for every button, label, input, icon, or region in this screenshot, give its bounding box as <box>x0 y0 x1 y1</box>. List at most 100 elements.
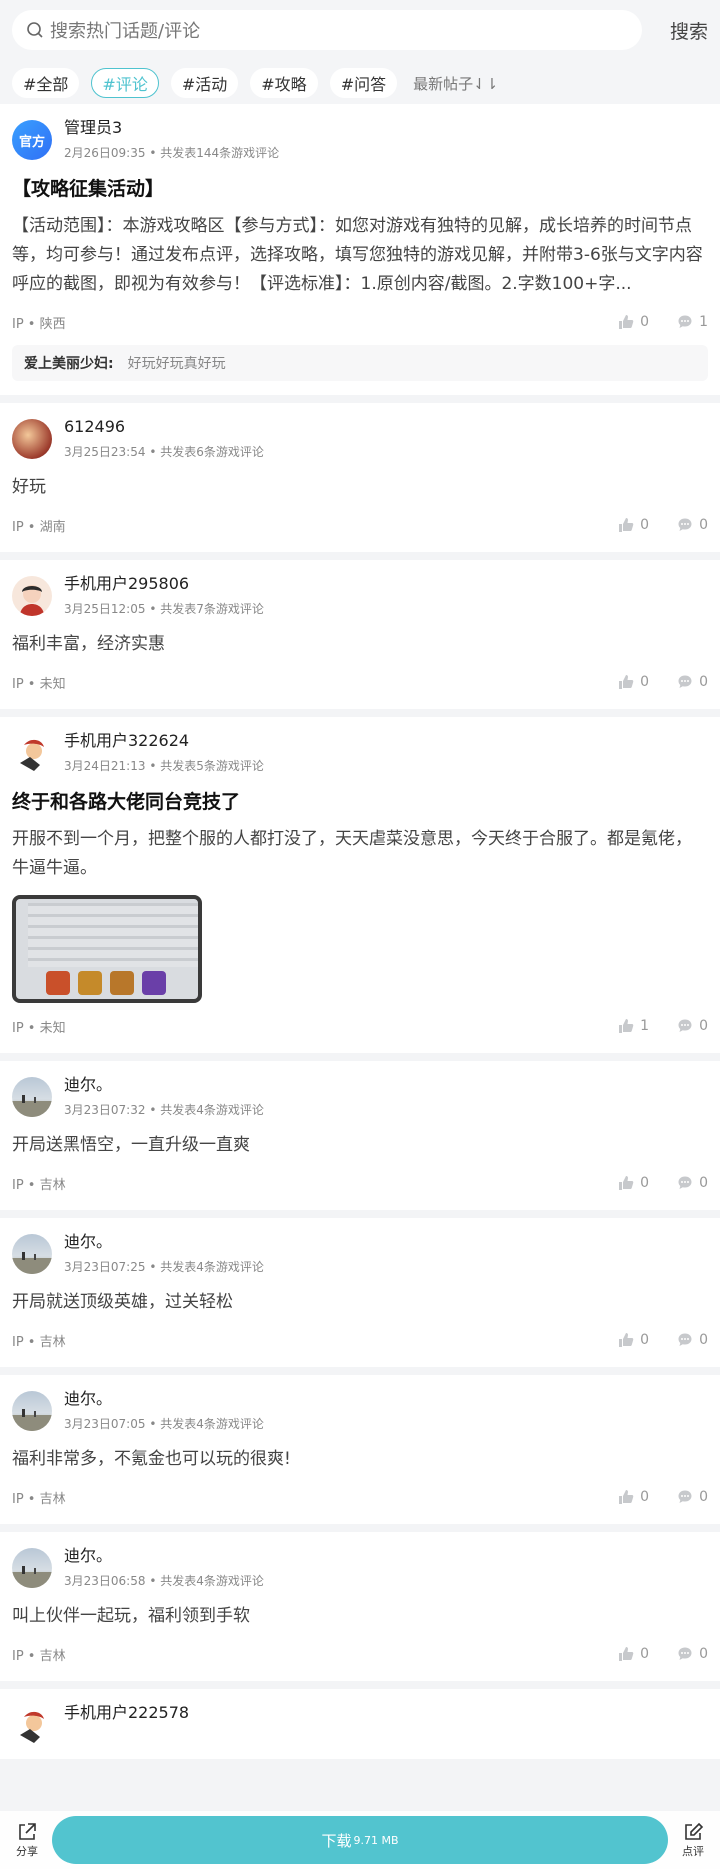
avatar[interactable] <box>12 1391 52 1431</box>
ip-prefix: IP • <box>12 316 40 332</box>
like-button[interactable]: 0 <box>618 1332 649 1348</box>
search-input[interactable]: 搜索热门话题/评论 <box>12 10 642 50</box>
beach-photo-icon <box>12 1252 52 1274</box>
post-content: 好玩 <box>12 477 46 497</box>
like-button[interactable]: 0 <box>618 1175 649 1191</box>
tag-filter[interactable]: #活动 <box>170 68 239 98</box>
reply-text: 好玩好玩真好玩 <box>127 356 226 372</box>
reply-preview[interactable]: 爱上美丽少妇: 好玩好玩真好玩 <box>12 345 708 381</box>
search-icon <box>27 22 43 38</box>
post-count: 共发表4条游戏评论 <box>160 1417 264 1431</box>
comment-button[interactable]: 0 <box>677 1332 708 1348</box>
like-button[interactable]: 0 <box>618 1646 649 1662</box>
avatar[interactable] <box>12 1705 52 1745</box>
ip-prefix: IP • <box>12 1177 40 1193</box>
post-card[interactable]: 迪尔。 3月23日07:32 • 共发表4条游戏评论 开局送黑悟空，一直升级一直爽 I… <box>0 1061 720 1210</box>
post-meta: 3月24日21:13 • 共发表5条游戏评论 <box>64 759 264 773</box>
download-button[interactable]: 下载 9.71 MB <box>52 1816 668 1864</box>
avatar[interactable] <box>12 1077 52 1117</box>
comment-button[interactable]: 0 <box>677 1489 708 1505</box>
ip-region: 未知 <box>39 1020 66 1036</box>
tag-filter[interactable]: #评论 <box>91 68 159 98</box>
header: 搜索热门话题/评论 搜索 #全部 #评论 #活动 #攻略 #问答 最新帖子⇃⇂ <box>0 0 720 104</box>
like-button[interactable]: 0 <box>618 674 649 690</box>
share-label: 分享 <box>16 1845 38 1858</box>
comment-button[interactable]: 0 <box>677 674 708 690</box>
post-time: 3月23日07:32 <box>64 1103 146 1117</box>
post-meta: 3月23日07:32 • 共发表4条游戏评论 <box>64 1103 264 1117</box>
like-button[interactable]: 0 <box>618 1489 649 1505</box>
post-footer: IP • 未知 0 0 <box>12 665 708 699</box>
author-name[interactable]: 手机用户222578 <box>64 1703 189 1723</box>
post-card[interactable]: 迪尔。 3月23日06:58 • 共发表4条游戏评论 叫上伙伴一起玩，福利领到手软 I… <box>0 1532 720 1681</box>
like-button[interactable]: 1 <box>618 1018 649 1034</box>
post-time: 3月24日21:13 <box>64 759 146 773</box>
ip-location: IP • 陕西 <box>12 313 590 332</box>
sort-latest-button[interactable]: 最新帖子⇃⇂ <box>413 73 498 94</box>
ip-prefix: IP • <box>12 1020 40 1036</box>
ip-prefix: IP • <box>12 1491 40 1507</box>
avatar[interactable] <box>12 733 52 773</box>
post-count: 共发表6条游戏评论 <box>160 445 264 459</box>
comment-count: 0 <box>699 674 708 690</box>
author-name[interactable]: 迪尔。 <box>64 1075 264 1095</box>
post-card[interactable]: 官方 管理员3 2月26日09:35 • 共发表144条游戏评论 【攻略征集活动】 【活… <box>0 104 720 395</box>
review-label: 点评 <box>682 1845 704 1858</box>
ip-location: IP • 吉林 <box>12 1645 590 1664</box>
comment-button[interactable]: 1 <box>677 314 708 330</box>
post-card[interactable]: 迪尔。 3月23日07:05 • 共发表4条游戏评论 福利非常多，不氪金也可以玩的很… <box>0 1375 720 1524</box>
ip-region: 未知 <box>39 676 66 692</box>
post-title: 终于和各路大佬同台竞技了 <box>12 791 241 813</box>
author-name[interactable]: 手机用户322624 <box>64 731 264 751</box>
author-meta: 手机用户322624 3月24日21:13 • 共发表5条游戏评论 <box>64 731 264 774</box>
like-button[interactable]: 0 <box>618 314 649 330</box>
author-name[interactable]: 迪尔。 <box>64 1389 264 1409</box>
author-name[interactable]: 管理员3 <box>64 118 279 138</box>
thumbs-up-icon <box>619 1019 634 1033</box>
author-name[interactable]: 手机用户295806 <box>64 574 264 594</box>
thumbs-up-icon <box>619 518 634 532</box>
post-footer: IP • 未知 1 0 <box>12 1009 708 1043</box>
author-name[interactable]: 612496 <box>64 417 264 437</box>
author-meta: 管理员3 2月26日09:35 • 共发表144条游戏评论 <box>64 118 279 161</box>
share-button[interactable]: 分享 <box>10 1821 44 1859</box>
comment-button[interactable]: 0 <box>677 1175 708 1191</box>
comment-icon <box>678 1647 692 1660</box>
ip-location: IP • 湖南 <box>12 516 590 535</box>
comment-count: 0 <box>699 1646 708 1662</box>
author-name[interactable]: 迪尔。 <box>64 1232 264 1252</box>
author-meta: 手机用户222578 <box>64 1703 189 1723</box>
like-button[interactable]: 0 <box>618 517 649 533</box>
comment-button[interactable]: 0 <box>677 517 708 533</box>
tag-filter[interactable]: #全部 <box>12 68 80 98</box>
like-count: 1 <box>640 1018 650 1034</box>
post-count: 共发表4条游戏评论 <box>160 1574 264 1588</box>
comment-count: 0 <box>699 1175 708 1191</box>
tag-filter[interactable]: #问答 <box>329 68 398 98</box>
search-button[interactable]: 搜索 <box>642 17 708 44</box>
post-card[interactable]: 手机用户322624 3月24日21:13 • 共发表5条游戏评论终于和各路大佬同… <box>0 717 720 1053</box>
post-card[interactable]: 手机用户222578 <box>0 1689 720 1759</box>
author-name[interactable]: 迪尔。 <box>64 1546 264 1566</box>
avatar[interactable] <box>12 1234 52 1274</box>
avatar[interactable] <box>12 1548 52 1588</box>
comment-button[interactable]: 0 <box>677 1018 708 1034</box>
like-count: 0 <box>640 517 650 533</box>
avatar[interactable]: 官方 <box>12 120 52 160</box>
post-card[interactable]: 迪尔。 3月23日07:25 • 共发表4条游戏评论 开局就送顶级英雄，过关轻松 IP… <box>0 1218 720 1367</box>
post-card[interactable]: 612496 3月25日23:54 • 共发表6条游戏评论 好玩 IP • 湖南 0 0 <box>0 403 720 552</box>
comment-button[interactable]: 0 <box>677 1646 708 1662</box>
post-content: 福利丰富，经济实惠 <box>12 634 165 654</box>
post-footer: IP • 吉林 0 0 <box>12 1637 708 1671</box>
post-footer: IP • 吉林 0 0 <box>12 1480 708 1514</box>
post-image[interactable] <box>12 895 202 1003</box>
comment-count: 0 <box>699 1018 708 1034</box>
post-card[interactable]: 手机用户295806 3月25日12:05 • 共发表7条游戏评论 福利丰富，经济实… <box>0 560 720 709</box>
tag-filter[interactable]: #攻略 <box>250 68 318 98</box>
avatar[interactable] <box>12 419 52 459</box>
avatar[interactable] <box>12 576 52 616</box>
ip-region: 吉林 <box>39 1334 66 1350</box>
review-button[interactable]: 点评 <box>676 1821 710 1859</box>
ip-region: 湖南 <box>39 519 66 535</box>
ip-location: IP • 吉林 <box>12 1331 590 1350</box>
